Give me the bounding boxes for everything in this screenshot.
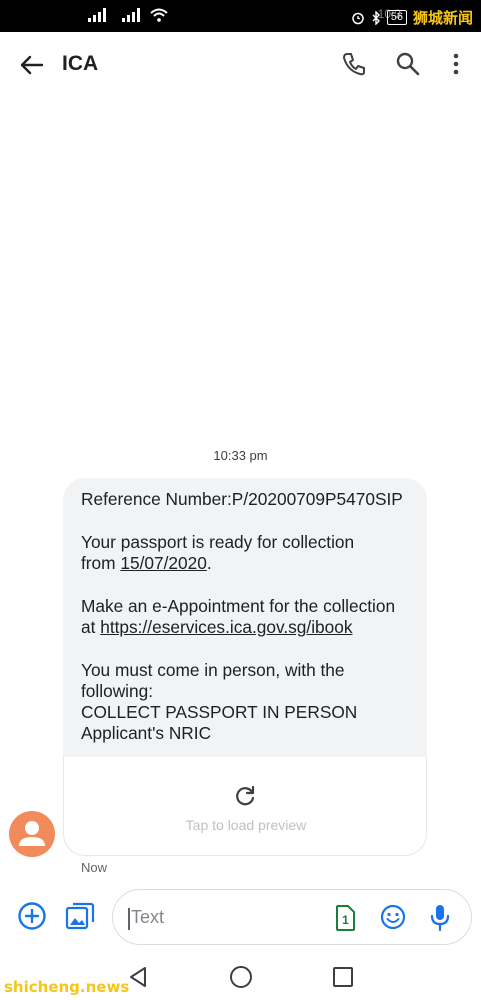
wifi-icon: [150, 8, 168, 22]
message-timestamp: 10:33 pm: [213, 448, 268, 463]
alarm-icon: [351, 12, 364, 24]
requirements-line-4: Applicant's NRIC: [81, 723, 212, 743]
ready-line-1: Your passport is ready for collection: [81, 532, 355, 552]
reference-line: Reference Number:P/20200709P5470SIP: [81, 489, 411, 510]
tap-to-load-label: Tap to load preview: [185, 817, 307, 833]
signal-indicators: [88, 8, 168, 22]
requirements-paragraph: You must come in person, with the follow…: [81, 660, 411, 744]
appointment-line-2-prefix: at: [81, 617, 101, 637]
status-right: 56 10:3 狮城新闻: [351, 7, 473, 28]
nav-home-icon[interactable]: [229, 965, 253, 989]
mic-icon[interactable]: [427, 903, 453, 933]
more-vert-icon[interactable]: [441, 49, 471, 79]
ready-paragraph: Your passport is ready for collection fr…: [81, 532, 411, 574]
collection-date-link[interactable]: 15/07/2020: [120, 553, 207, 573]
compose-placeholder[interactable]: Text: [131, 907, 164, 928]
compose-field[interactable]: Text 1: [112, 889, 472, 945]
ready-line-2-suffix: .: [206, 553, 212, 573]
signal-icon: [122, 8, 140, 22]
add-icon[interactable]: [17, 901, 47, 931]
appointment-paragraph: Make an e-Appointment for the collection…: [81, 596, 411, 638]
requirements-line-1: You must come in person, with the: [81, 660, 345, 680]
app-bar: ICA: [0, 32, 481, 96]
link-preview[interactable]: Tap to load preview: [63, 757, 427, 856]
site-watermark: shicheng.news: [4, 978, 130, 996]
ibook-link[interactable]: https://eservices.ica.gov.sg/ibook: [100, 617, 352, 637]
search-icon[interactable]: [393, 49, 423, 79]
message-bubble[interactable]: Reference Number:P/20200709P5470SIP Your…: [63, 478, 427, 856]
sim-icon[interactable]: 1: [333, 904, 357, 932]
conversation-title: ICA: [62, 52, 99, 75]
reference-text: Reference Number:P/20200709P5470SIP: [81, 489, 403, 509]
message-body: Reference Number:P/20200709P5470SIP Your…: [63, 478, 427, 744]
requirements-line-3: COLLECT PASSPORT IN PERSON: [81, 702, 358, 722]
nav-back-icon[interactable]: [126, 965, 150, 989]
signal-icon: [88, 8, 106, 22]
text-caret: [128, 908, 130, 930]
emoji-icon[interactable]: [379, 903, 407, 931]
nav-recents-icon[interactable]: [331, 965, 355, 989]
back-arrow-icon[interactable]: [16, 50, 46, 80]
status-time: 10:3: [377, 7, 401, 21]
requirements-line-2: following:: [81, 681, 154, 701]
person-icon: [19, 821, 45, 846]
message-status: Now: [81, 860, 108, 875]
appointment-line-1: Make an e-Appointment for the collection: [81, 596, 396, 616]
status-bar: 56 10:3 狮城新闻: [0, 0, 481, 32]
contact-avatar[interactable]: [9, 811, 55, 857]
sim-number: 1: [342, 913, 349, 927]
refresh-icon[interactable]: [232, 783, 258, 809]
watermark-logo: 狮城新闻: [412, 9, 473, 27]
phone-icon[interactable]: [339, 49, 369, 79]
ready-line-2-prefix: from: [81, 553, 121, 573]
gallery-icon[interactable]: [64, 900, 96, 932]
